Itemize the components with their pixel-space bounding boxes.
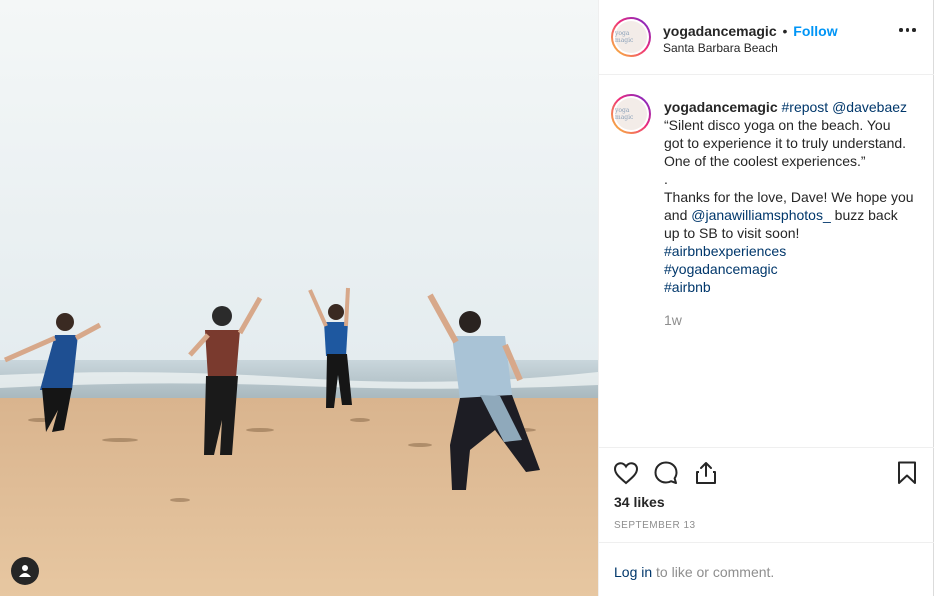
more-dot [912,28,916,32]
user-tag-button[interactable] [11,557,39,585]
bookmark-icon [898,461,916,484]
header-user-line: yogadancemagic • Follow [663,23,838,40]
likes-count[interactable]: 34 likes [614,494,665,510]
post-date[interactable]: SEPTEMBER 13 [614,520,696,531]
more-dot [905,28,909,32]
caption-line: and @janawilliamsphotos_ buzz back [664,206,924,224]
save-button[interactable] [894,460,920,486]
caption-avatar-logo: yoga magic [615,98,647,130]
hashtag-link[interactable]: #repost [782,99,829,115]
caption-line: yogadancemagic #repost @davebaez [664,98,924,116]
login-prompt-text: to like or comment. [656,564,775,580]
caption-line: One of the coolest experiences.” [664,153,866,169]
mention-link[interactable]: @janawilliamsphotos_ [691,207,831,223]
like-button[interactable] [613,460,639,486]
caption-word: and [664,207,688,223]
post-actions: 34 likes SEPTEMBER 13 [599,447,934,542]
separator-dot: • [782,23,788,39]
post-panel: yoga magic yogadancemagic • Follow Santa… [598,0,934,596]
follow-button[interactable]: Follow [793,23,837,39]
post-header: yoga magic yogadancemagic • Follow Santa… [599,0,934,75]
location-link[interactable]: Santa Barbara Beach [663,41,778,55]
post-photo[interactable] [0,0,598,596]
time-ago[interactable]: 1w [664,312,682,328]
more-horizontal-icon [899,28,903,32]
comment-button[interactable] [653,460,679,486]
user-icon [19,565,31,577]
caption-line: up to SB to visit soon! [664,225,800,241]
caption-line: Thanks for the love, Dave! We hope you [664,189,914,205]
share-button[interactable] [693,460,719,486]
beach-photo [0,0,598,596]
caption-username[interactable]: yogadancemagic [664,99,778,115]
share-icon [696,462,716,484]
caption-line: “Silent disco yoga on the beach. You [664,117,891,133]
caption-avatar[interactable]: yoga magic [611,94,651,134]
hashtag-link[interactable]: #yogadancemagic [664,260,924,278]
login-prompt: Log in to like or comment. [614,564,774,580]
comment-bar: Log in to like or comment. [599,542,934,596]
caption-line: . [664,171,668,187]
caption-word: buzz back [834,207,898,223]
caption-line: got to experience it to truly understand… [664,135,907,151]
mention-link[interactable]: @davebaez [832,99,907,115]
caption-text: yogadancemagic #repost @davebaez “Silent… [664,98,924,296]
avatar[interactable]: yoga magic [611,17,651,57]
login-link[interactable]: Log in [614,564,652,580]
avatar-logo: yoga magic [615,21,647,53]
comment-icon [654,461,678,484]
header-username[interactable]: yogadancemagic [663,23,777,39]
hashtag-link[interactable]: #airbnb [664,278,924,296]
more-options-button[interactable] [899,28,916,32]
heart-icon [613,462,639,485]
hashtag-link[interactable]: #airbnbexperiences [664,242,924,260]
